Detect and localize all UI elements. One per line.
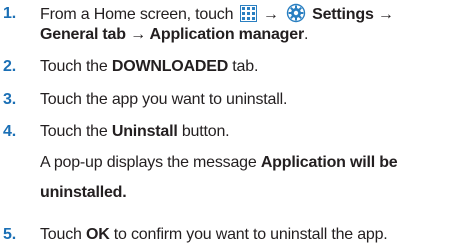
instruction-page: 1. From a Home screen, touch → Settings … [0, 0, 449, 252]
step-4-suffix: button. [177, 123, 230, 140]
step-number: 4. [3, 123, 16, 140]
arrow: → [262, 6, 279, 23]
step-number: 5. [3, 226, 16, 243]
step-5-prefix: Touch [40, 226, 86, 243]
step-number: 2. [3, 58, 16, 75]
popup-message-line2: uninstalled. [40, 184, 127, 201]
popup-note-prefix: A pop-up displays the message [40, 154, 261, 171]
arrow: → [377, 6, 394, 23]
step-text-line2: General tab → Application manager. [40, 24, 449, 45]
step-text: Touch the DOWNLOADED tab. [40, 56, 449, 77]
step-2-suffix: tab. [228, 58, 259, 75]
settings-label: Settings [312, 6, 374, 23]
uninstall-button-label: Uninstall [111, 123, 178, 140]
step-4-prefix: Touch the [40, 123, 112, 140]
step-text: Touch the app you want to uninstall. [40, 91, 288, 108]
step-text: Touch the Uninstall button. [40, 121, 449, 142]
downloaded-tab-label: DOWNLOADED [111, 58, 229, 75]
apps-grid-icon [239, 5, 257, 22]
menu-path: General tab → Application manager [40, 26, 304, 43]
period: . [303, 26, 309, 43]
settings-gear-icon [286, 3, 306, 23]
step-1-prefix: From a Home screen, touch [40, 6, 234, 23]
popup-note-line2: uninstalled. [40, 182, 449, 203]
step-number: 1. [3, 5, 16, 22]
step-text: Touch OK to confirm you want to uninstal… [40, 224, 449, 245]
popup-note: A pop-up displays the message Applicatio… [40, 152, 449, 173]
ok-label: OK [85, 226, 110, 243]
step-2-prefix: Touch the [40, 58, 112, 75]
step-text: From a Home screen, touch → Settings → [40, 3, 449, 25]
step-number: 3. [3, 91, 16, 108]
step-5-suffix: to confirm you want to uninstall the app… [109, 226, 388, 243]
popup-message-line1: Application will be [260, 154, 398, 171]
